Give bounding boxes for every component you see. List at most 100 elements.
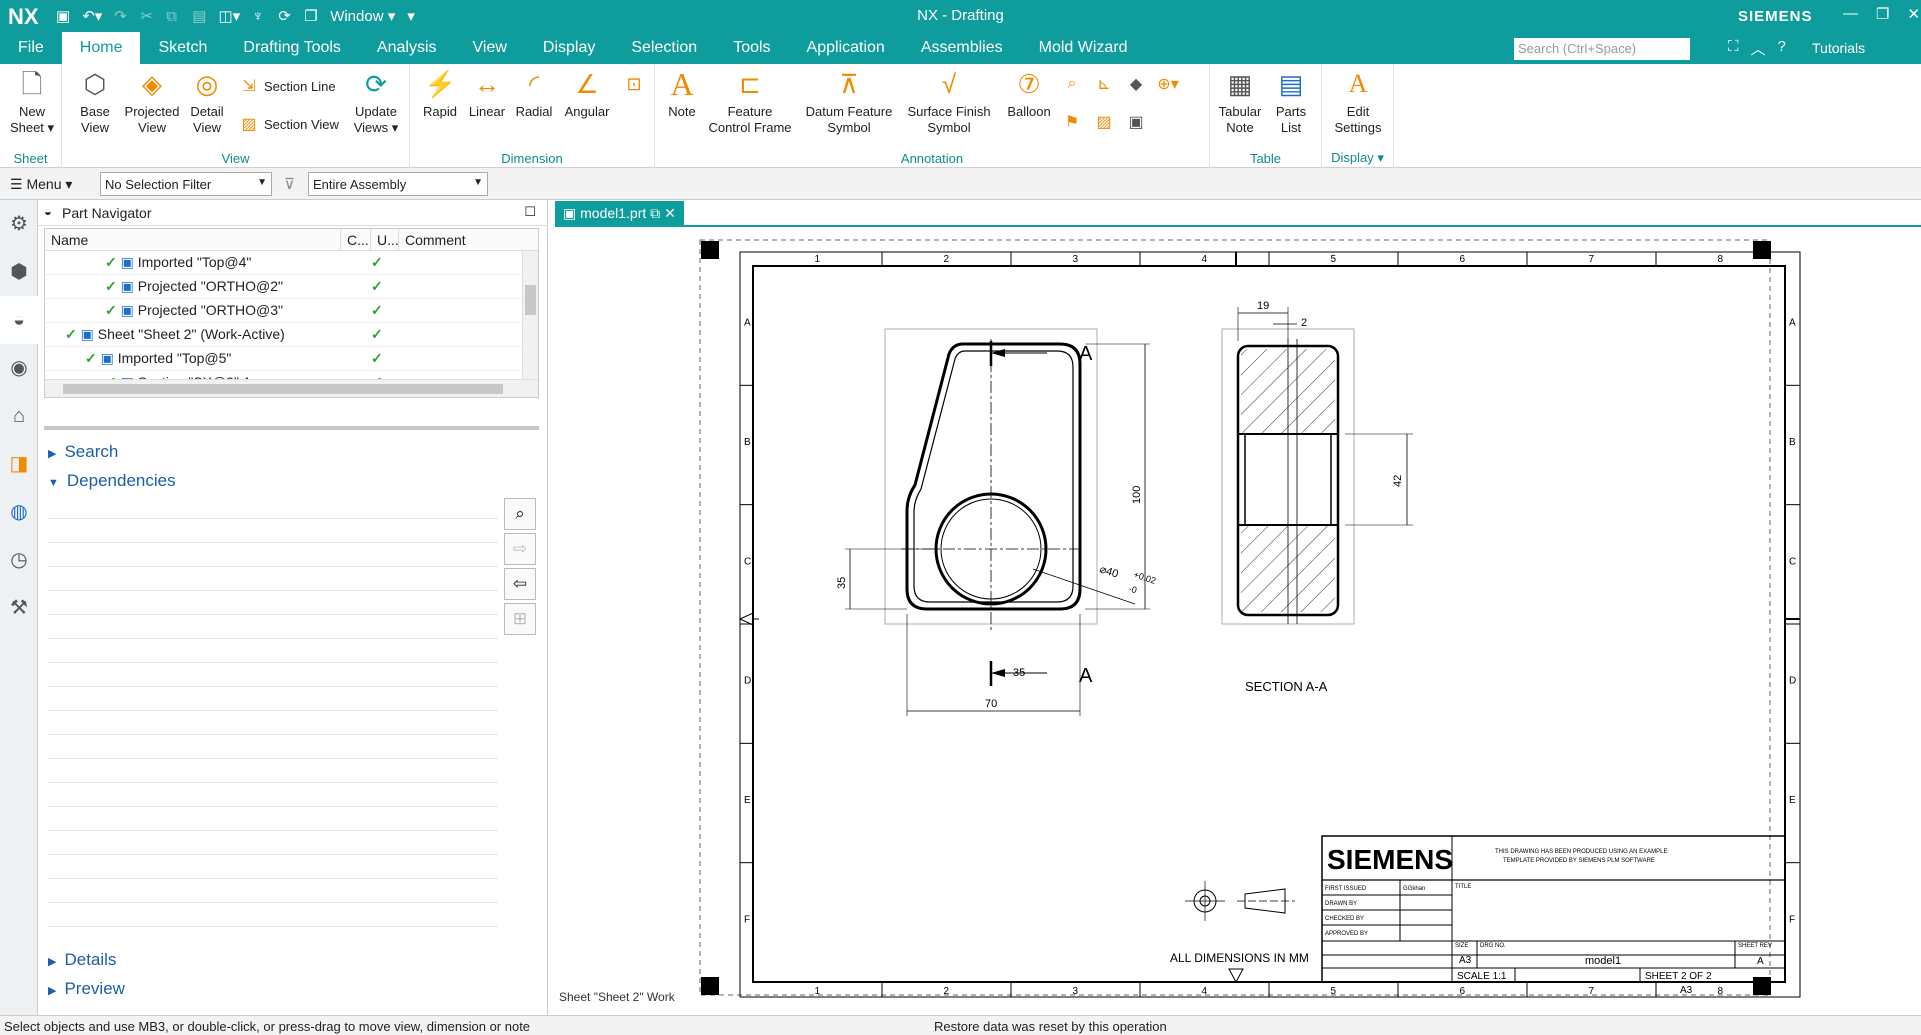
corner-handle[interactable] [1753, 241, 1771, 259]
tree-row[interactable]: ✓ ▣ Imported "Top@4" ✓ [45, 251, 538, 275]
visibility-icon[interactable]: ◉ [0, 344, 38, 392]
tutorials-button[interactable]: Tutorials [1812, 40, 1865, 56]
column-name[interactable]: Name [45, 229, 341, 250]
tab-home[interactable]: Home [61, 32, 141, 64]
tab-analysis[interactable]: Analysis [359, 32, 455, 64]
detail-view-button[interactable]: ◎ Detail View [184, 68, 230, 136]
angular-dimension-button[interactable]: ∠ Angular [560, 68, 614, 120]
arrow-right-icon[interactable]: ⇨ [504, 533, 536, 565]
undock-icon[interactable]: ⧉ [650, 205, 660, 221]
web-browser-icon[interactable]: ◍ [0, 488, 38, 536]
tab-model1-prt[interactable]: ▣ model1.prt ⧉ ✕ [555, 201, 684, 227]
corner-handle[interactable] [701, 241, 719, 259]
hatch-icon[interactable]: ▨ [1093, 112, 1115, 132]
close-icon[interactable]: ✕ [1907, 5, 1920, 23]
datum-target-icon[interactable]: ⊾ [1093, 74, 1115, 94]
tree-horizontal-scrollbar[interactable] [45, 379, 538, 397]
roles-icon[interactable]: ⚒ [0, 584, 38, 632]
note-button[interactable]: A Note [661, 68, 703, 120]
details-section[interactable]: ▶ Details [48, 950, 116, 970]
tab-application[interactable]: Application [789, 32, 903, 64]
tab-drafting-tools[interactable]: Drafting Tools [225, 32, 359, 64]
tab-tools[interactable]: Tools [715, 32, 788, 64]
checkmark-icon[interactable]: ✓ [85, 350, 97, 366]
dependencies-section[interactable]: ▼ Dependencies [48, 471, 176, 491]
tree-row[interactable]: ✓ ▣ Projected "ORTHO@2" ✓ [45, 275, 538, 299]
checkmark-icon[interactable]: ✓ [105, 302, 117, 318]
fullscreen-icon[interactable]: ⛶ [1728, 38, 1739, 59]
tree-row[interactable]: ✓ ▣ Imported "Top@5" ✓ [45, 347, 538, 371]
tabular-note-button[interactable]: ▦ Tabular Note [1216, 68, 1264, 136]
panel-splitter[interactable] [44, 426, 539, 430]
linear-dimension-button[interactable]: ↔ Linear [466, 68, 508, 120]
ordinate-dimension-button[interactable]: ⊡ [618, 68, 648, 104]
arrow-left-icon[interactable]: ⇦ [504, 568, 536, 600]
part-navigator-icon[interactable]: ◒ [0, 296, 38, 344]
tab-assemblies[interactable]: Assemblies [903, 32, 1021, 64]
image-icon[interactable]: ▣ [1125, 112, 1147, 132]
settings-icon[interactable]: ⚙ [0, 200, 38, 248]
zoom-fit-icon[interactable]: ⊞ [504, 603, 536, 635]
feature-control-frame-button[interactable]: ⊏ Feature Control Frame [705, 68, 795, 136]
magnify-icon[interactable]: ⌕ [1061, 75, 1083, 93]
help-icon[interactable]: ? [1778, 38, 1786, 59]
surface-finish-symbol-button[interactable]: √ Surface Finish Symbol [901, 68, 997, 136]
target-point-icon[interactable]: ⊕▾ [1157, 74, 1179, 94]
fill-icon[interactable]: ◆ [1125, 74, 1147, 94]
minimize-icon[interactable]: — [1843, 5, 1858, 23]
history-icon[interactable]: ◷ [0, 536, 38, 584]
drawing-sheet[interactable]: 1122334455667788 A AB BC CD DE EF F A A … [555, 229, 1921, 1004]
magnify-icon[interactable]: ⌕ [504, 498, 536, 530]
collapse-ribbon-icon[interactable]: ︿ [1751, 38, 1766, 59]
tab-selection[interactable]: Selection [613, 32, 715, 64]
assembly-navigator-icon[interactable]: ⬢ [0, 248, 38, 296]
front-view[interactable]: A A 35 100 35 70 ⌀40 +0.02 -0 [836, 328, 1157, 716]
tab-view[interactable]: View [455, 32, 525, 64]
section-line-button[interactable]: ⇲ Section Line [238, 76, 335, 96]
scroll-thumb[interactable] [525, 285, 536, 315]
parts-list-button[interactable]: ▤ Parts List [1268, 68, 1314, 136]
selection-scope-dropdown[interactable]: Entire Assembly ▼ [308, 172, 488, 196]
column-comment[interactable]: Comment [399, 229, 519, 250]
preview-section[interactable]: ▶ Preview [48, 979, 125, 999]
hd3d-icon[interactable]: ◨ [0, 440, 38, 488]
checkmark-icon[interactable]: ✓ [105, 254, 117, 270]
filter-reset-icon[interactable]: ⊽ [284, 175, 295, 193]
tree-row[interactable]: ✓ ▣ Projected "ORTHO@3" ✓ [45, 299, 538, 323]
update-views-button[interactable]: ⟳ Update Views ▾ [348, 68, 404, 136]
tab-mold-wizard[interactable]: Mold Wizard [1021, 32, 1146, 64]
corner-handle[interactable] [701, 977, 719, 995]
scroll-thumb[interactable] [63, 384, 503, 394]
restore-icon[interactable]: ❐ [1876, 5, 1889, 23]
section-view-button[interactable]: ▨ Section View [238, 114, 338, 134]
column-uptodate[interactable]: U... [371, 229, 399, 250]
tree-vertical-scrollbar[interactable] [522, 251, 538, 379]
close-tab-icon[interactable]: ✕ [664, 205, 676, 221]
checkmark-icon[interactable]: ✓ [65, 326, 77, 342]
datum-feature-symbol-button[interactable]: ⊼ Datum Feature Symbol [801, 68, 897, 136]
reuse-library-icon[interactable]: ⌂ [0, 392, 38, 440]
edit-settings-button[interactable]: A Edit Settings [1330, 68, 1386, 136]
projected-view-button[interactable]: ◈ Projected View [122, 68, 182, 136]
menu-button[interactable]: ☰ Menu ▾ [10, 176, 72, 193]
tab-sketch[interactable]: Sketch [140, 32, 225, 64]
section-view[interactable]: 19 2 42 SECTION A-A [1221, 300, 1413, 694]
flag-icon[interactable]: ⚑ [1061, 112, 1083, 132]
radial-dimension-button[interactable]: ◜ Radial [512, 68, 556, 120]
tab-display[interactable]: Display [525, 32, 613, 64]
checkmark-icon[interactable]: ✓ [105, 278, 117, 294]
tab-file[interactable]: File [0, 32, 62, 64]
base-view-button[interactable]: ⬡ Base View [72, 68, 118, 136]
command-search-input[interactable]: Search (Ctrl+Space) [1514, 38, 1690, 60]
maximize-panel-icon[interactable]: ☐ [524, 204, 536, 220]
tree-row[interactable]: ✓ ▣ Sheet "Sheet 2" (Work-Active) ✓ [45, 323, 538, 347]
search-section[interactable]: ▶ Search [48, 442, 118, 462]
dependency-row [48, 807, 498, 831]
rapid-dimension-button[interactable]: ⚡ Rapid [420, 68, 460, 120]
column-current[interactable]: C... [341, 229, 371, 250]
graphics-window[interactable]: 1122334455667788 AABBCCDDEEFF A A 35 100… [555, 229, 1921, 1004]
balloon-button[interactable]: ⑦ Balloon [1001, 68, 1057, 120]
selection-filter-dropdown[interactable]: No Selection Filter ▼ [100, 172, 272, 196]
corner-handle[interactable] [1753, 977, 1771, 995]
new-sheet-button[interactable]: 🗋 New Sheet ▾ [6, 68, 58, 136]
